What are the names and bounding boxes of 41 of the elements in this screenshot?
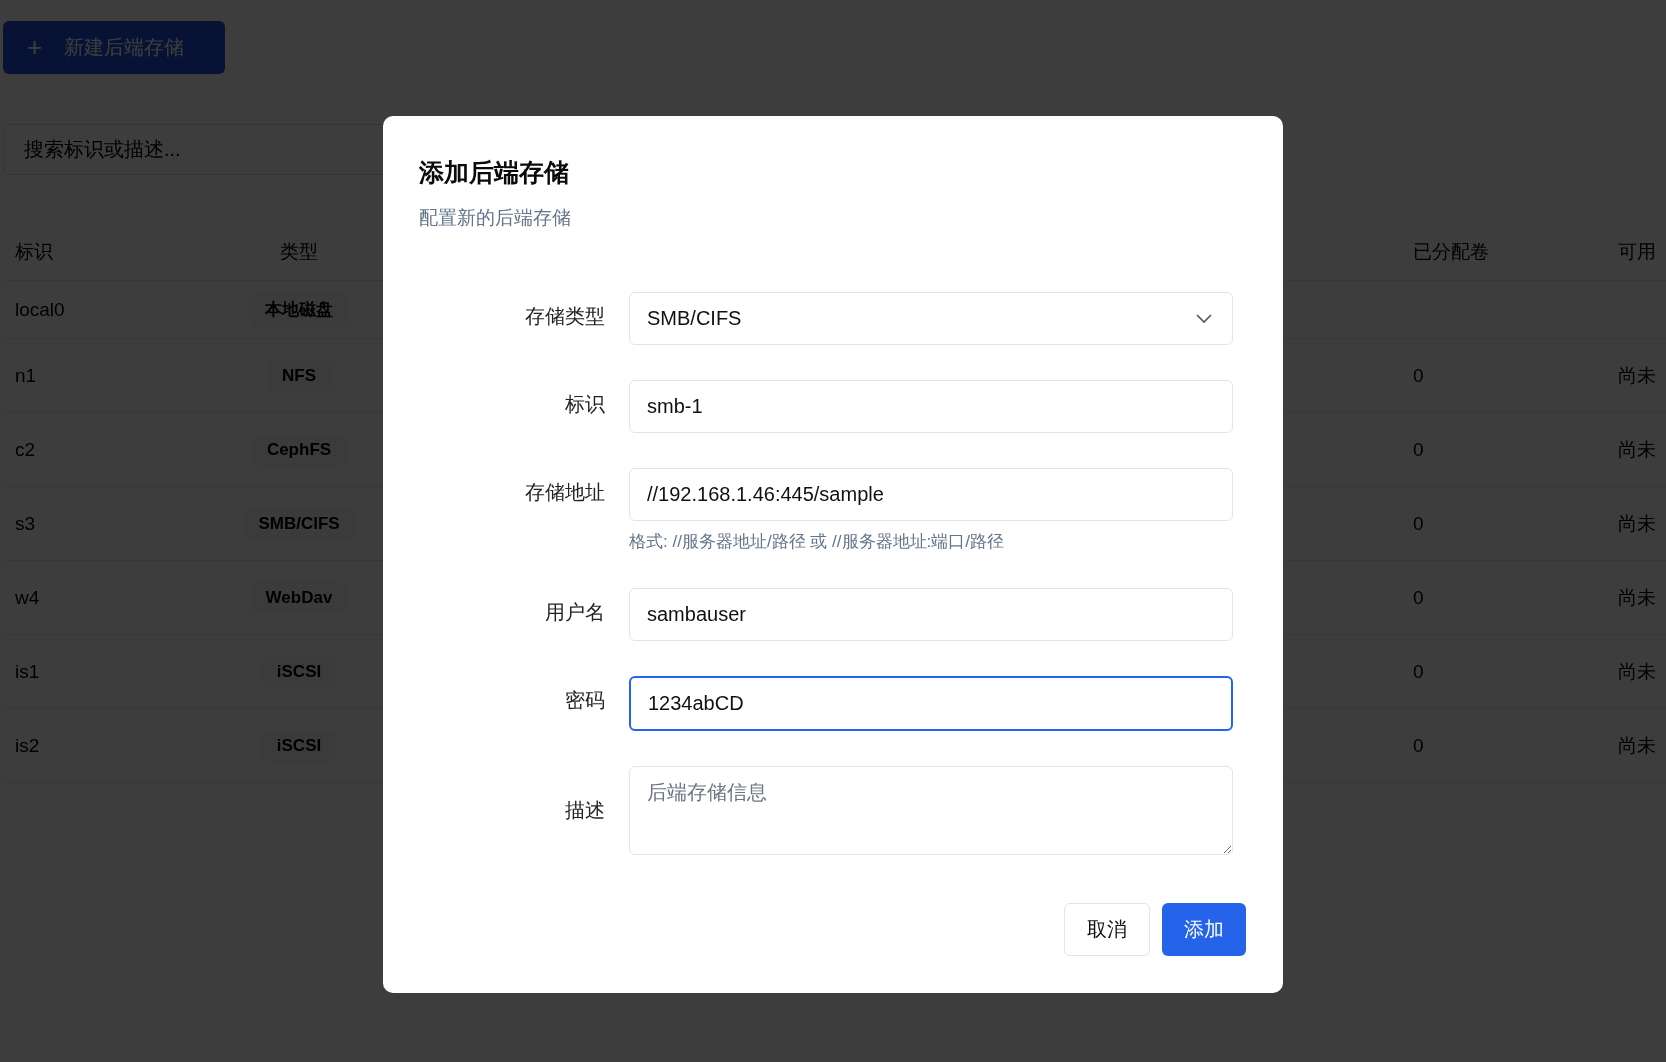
- table-cell-text: 0: [1413, 660, 1425, 683]
- dialog-title: 添加后端存储: [419, 157, 570, 188]
- table-cell-text: c2: [15, 438, 37, 461]
- table-cell-text: 尚未: [1618, 511, 1657, 536]
- table-cell-text: 尚未: [1618, 659, 1657, 684]
- field-label: 用户名: [544, 600, 605, 625]
- chevron-down-icon: [1196, 313, 1212, 324]
- input-field[interactable]: sambauser: [629, 588, 1233, 641]
- table-cell-text: local0: [15, 298, 66, 321]
- field-label: 存储地址: [524, 480, 605, 505]
- storage-type-select[interactable]: SMB/CIFS: [629, 292, 1233, 345]
- add-button[interactable]: 添加: [1162, 903, 1246, 956]
- input-field[interactable]: //192.168.1.46:445/sample: [629, 468, 1233, 521]
- table-cell-text: 0: [1413, 586, 1425, 609]
- input-field[interactable]: 1234abCD: [629, 676, 1233, 731]
- column-header: 可用: [1618, 239, 1657, 264]
- table-cell-text: 尚未: [1618, 363, 1657, 388]
- field-label: 密码: [564, 688, 605, 713]
- table-cell-text: 0: [1413, 512, 1425, 535]
- table-cell-text: 0: [1413, 734, 1425, 757]
- table-cell-text: is2: [15, 734, 41, 757]
- cancel-button[interactable]: 取消: [1064, 903, 1150, 956]
- field-label: 标识: [564, 392, 605, 417]
- table-cell-text: 0: [1413, 438, 1425, 461]
- table-cell-text: is1: [15, 660, 41, 683]
- field-label: 描述: [564, 798, 605, 823]
- table-cell-text: w4: [15, 586, 41, 609]
- column-header: 标识: [15, 239, 54, 264]
- table-cell-text: s3: [15, 512, 37, 535]
- field-hint: 格式: //服务器地址/路径 或 //服务器地址:端口/路径: [629, 531, 1005, 553]
- dialog-subtitle: 配置新的后端存储: [419, 206, 572, 230]
- column-header: 类型: [279, 239, 319, 264]
- table-cell-text: n1: [15, 364, 38, 387]
- table-cell-text: 尚未: [1618, 437, 1657, 462]
- field-label: 存储类型: [524, 304, 605, 329]
- description-field[interactable]: 后端存储信息: [629, 766, 1233, 855]
- table-cell-text: 0: [1413, 364, 1425, 387]
- table-cell-text: 尚未: [1618, 733, 1657, 758]
- table-cell-text: 尚未: [1618, 585, 1657, 610]
- input-field[interactable]: smb-1: [629, 380, 1233, 433]
- column-header: 已分配卷: [1413, 239, 1490, 264]
